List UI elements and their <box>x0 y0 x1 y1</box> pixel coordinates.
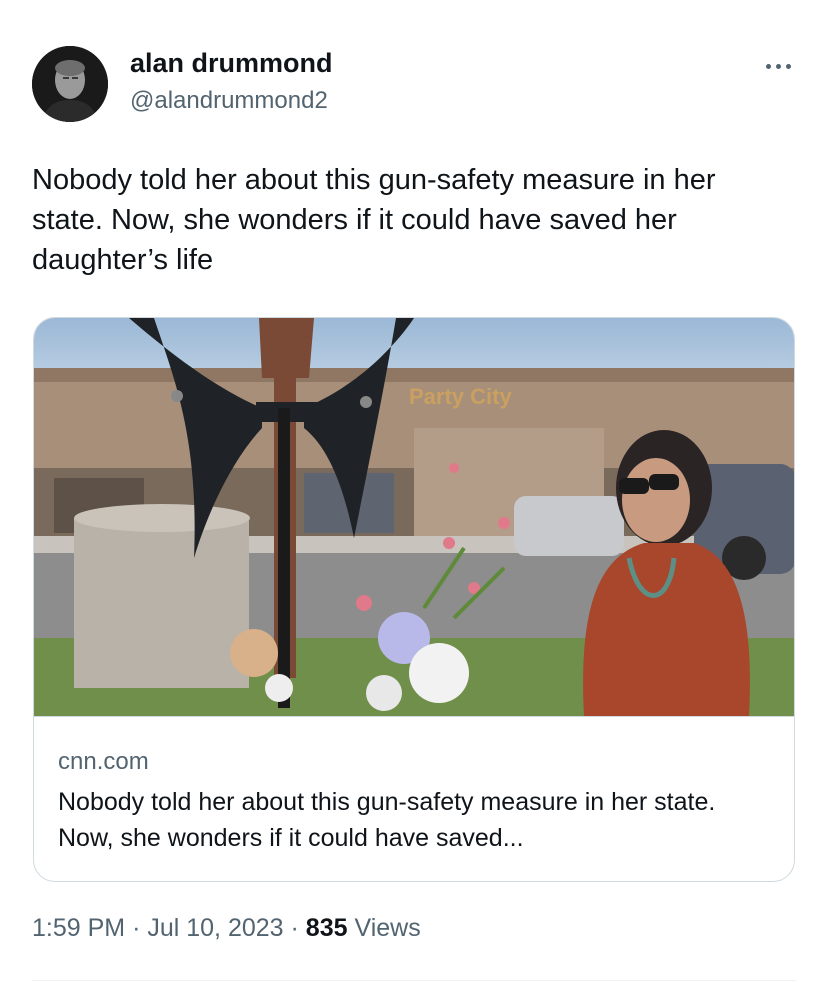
avatar-photo <box>32 46 108 122</box>
more-horizontal-icon <box>765 63 771 69</box>
tweet-time[interactable]: 1:59 PM <box>32 914 125 942</box>
views-count: 835 <box>305 914 348 942</box>
link-card-divider <box>34 716 794 717</box>
link-card-title: Nobody told her about this gun-safety me… <box>58 788 716 852</box>
more-horizontal-icon <box>775 63 781 69</box>
link-card-image: Party City <box>34 318 794 716</box>
storefront-sign: Party City <box>409 384 512 409</box>
link-card[interactable]: Party City cnn.com Nobody told her about… <box>33 317 795 882</box>
tweet-meta: 1:59 PM · Jul 10, 2023 · 835 Views <box>32 914 421 943</box>
views-label: Views <box>354 914 421 942</box>
bottom-divider <box>32 980 796 981</box>
author-name[interactable]: alan drummond <box>130 48 333 79</box>
more-options-button[interactable] <box>758 54 798 78</box>
tweet-text: Nobody told her about this gun-safety me… <box>32 164 716 276</box>
tweet-date[interactable]: Jul 10, 2023 <box>147 914 283 942</box>
author-handle[interactable]: @alandrummond2 <box>130 87 328 115</box>
avatar[interactable] <box>32 46 108 122</box>
link-card-domain: cnn.com <box>58 748 149 775</box>
meta-separator: · <box>290 914 299 942</box>
meta-separator: · <box>132 914 141 942</box>
tweet-container: alan drummond @alandrummond2 Nobody told… <box>0 0 828 982</box>
more-horizontal-icon <box>785 63 791 69</box>
